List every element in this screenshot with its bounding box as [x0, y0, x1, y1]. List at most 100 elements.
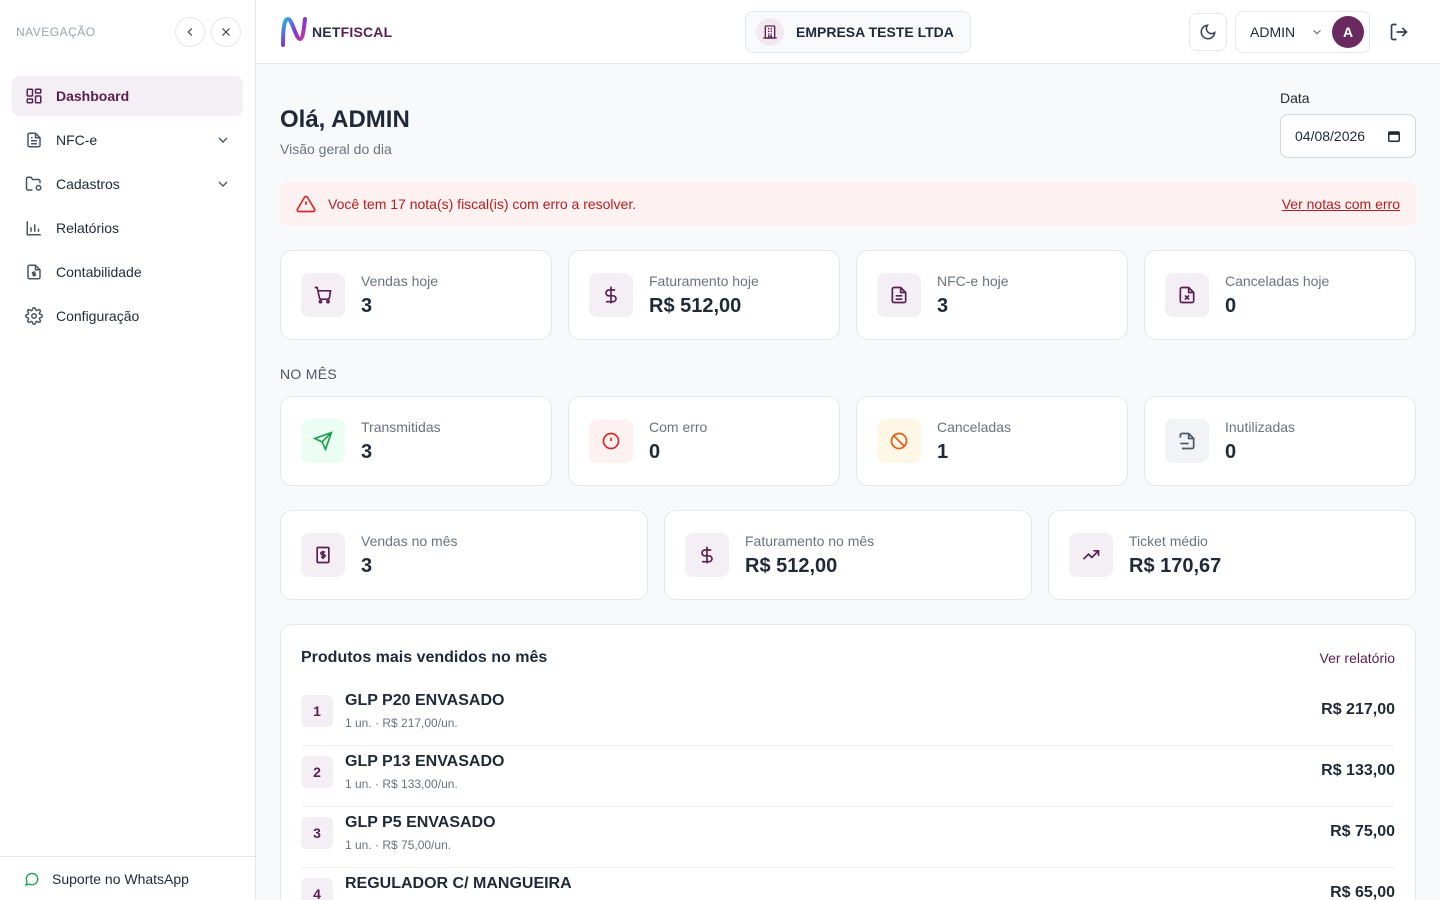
- product-rank: 2: [301, 756, 333, 788]
- stat-value: 0: [1225, 295, 1237, 317]
- stat-card-vendas-mes: Vendas no mês 3: [280, 510, 648, 600]
- dollar-icon: [589, 273, 633, 317]
- sidebar-item-label: Contabilidade: [56, 264, 142, 280]
- date-input[interactable]: 04/08/2026: [1280, 114, 1416, 158]
- sidebar-item-label: Dashboard: [56, 88, 130, 104]
- dashboard-grid-icon: [24, 86, 44, 106]
- chevron-left-icon: [187, 28, 193, 36]
- view-report-link[interactable]: Ver relatório: [1320, 650, 1395, 666]
- product-rank: 4: [301, 878, 333, 900]
- stat-label: Canceladas hoje: [1225, 273, 1330, 289]
- avatar: A: [1332, 16, 1364, 48]
- alert-circle-icon: [589, 419, 633, 463]
- product-name: GLP P5 ENVASADO: [345, 814, 496, 831]
- stat-card-faturamento-hoje: Faturamento hoje R$ 512,00: [568, 250, 840, 340]
- whatsapp-support-link[interactable]: Suporte no WhatsApp: [0, 856, 255, 900]
- stat-value: R$ 170,67: [1129, 555, 1222, 577]
- product-name: GLP P20 ENVASADO: [345, 692, 505, 709]
- stat-card-com-erro: Com erro 0: [568, 396, 840, 486]
- table-row[interactable]: 1 GLP P20 ENVASADO 1 un. · R$ 217,00/un.…: [301, 685, 1395, 746]
- user-name: ADMIN: [1250, 24, 1296, 40]
- product-meta: 1 un. · R$ 75,00/un.: [345, 838, 452, 852]
- document-icon: [877, 273, 921, 317]
- view-error-notes-link[interactable]: Ver notas com erro: [1282, 196, 1400, 212]
- month-section-label: NO MÊS: [280, 366, 338, 382]
- document-icon: [24, 130, 44, 150]
- receipt-icon: [301, 533, 345, 577]
- stat-value: 0: [649, 441, 661, 463]
- stat-label: Vendas hoje: [361, 273, 439, 289]
- stat-card-canceladas: Canceladas 1: [856, 396, 1128, 486]
- table-row[interactable]: 3 GLP P5 ENVASADO 1 un. · R$ 75,00/un. R…: [301, 807, 1395, 868]
- stat-card-vendas-hoje: Vendas hoje 3: [280, 250, 552, 340]
- stat-card-inutilizadas: Inutilizadas 0: [1144, 396, 1416, 486]
- close-icon: [222, 28, 230, 36]
- stat-label: Ticket médio: [1129, 533, 1208, 549]
- product-total: R$ 75,00: [1330, 823, 1395, 840]
- product-meta: 1 un. · R$ 217,00/un.: [345, 716, 458, 730]
- ban-icon: [877, 419, 921, 463]
- product-total: R$ 217,00: [1321, 701, 1395, 718]
- chevron-down-icon: [1310, 25, 1324, 39]
- folder-settings-icon: [24, 174, 44, 194]
- sidebar-item-configuracao[interactable]: Configuração: [12, 296, 243, 336]
- table-row[interactable]: 4 REGULADOR C/ MANGUEIRA R$ 65,00: [301, 868, 1395, 900]
- stat-label: Vendas no mês: [361, 533, 458, 549]
- stat-value: 3: [361, 295, 373, 317]
- logout-icon: [1390, 23, 1408, 41]
- stat-value: R$ 512,00: [649, 295, 742, 317]
- theme-toggle-button[interactable]: [1189, 13, 1227, 51]
- sidebar-item-label: NFC-e: [56, 132, 98, 148]
- stat-value: 3: [937, 295, 949, 317]
- stat-label: Transmitidas: [361, 419, 441, 435]
- company-selector[interactable]: EMPRESA TESTE LTDA: [745, 11, 971, 53]
- whatsapp-icon: [24, 872, 39, 886]
- sidebar-item-dashboard[interactable]: Dashboard: [12, 76, 243, 116]
- calendar-icon[interactable]: [1387, 129, 1401, 143]
- topbar: NETFISCAL EMPRESA TESTE LTDA ADMIN A: [256, 0, 1440, 64]
- stat-card-canceladas-hoje: Canceladas hoje 0: [1144, 250, 1416, 340]
- table-row[interactable]: 2 GLP P13 ENVASADO 1 un. · R$ 133,00/un.…: [301, 746, 1395, 807]
- sidebar-item-contabilidade[interactable]: Contabilidade: [12, 252, 243, 292]
- stat-card-ticket-medio: Ticket médio R$ 170,67: [1048, 510, 1416, 600]
- stat-value: 3: [361, 441, 373, 463]
- bar-chart-icon: [24, 218, 44, 238]
- sidebar-item-cadastros[interactable]: Cadastros: [12, 164, 243, 204]
- stat-value: R$ 512,00: [745, 555, 838, 577]
- sidebar: NAVEGAÇÃO Dashboard NFC-e Cadastros Rela…: [0, 0, 256, 900]
- company-name: EMPRESA TESTE LTDA: [796, 24, 954, 40]
- sidebar-title: NAVEGAÇÃO: [16, 25, 96, 39]
- top-products-panel: Produtos mais vendidos no mês Ver relató…: [280, 624, 1416, 900]
- page-subtitle: Visão geral do dia: [280, 141, 392, 157]
- user-menu-button[interactable]: ADMIN A: [1235, 11, 1370, 53]
- sidebar-item-nfce[interactable]: NFC-e: [12, 120, 243, 160]
- stat-card-nfce-hoje: NFC-e hoje 3: [856, 250, 1128, 340]
- send-icon: [301, 419, 345, 463]
- date-label: Data: [1280, 90, 1310, 106]
- trending-up-icon: [1069, 533, 1113, 577]
- error-alert: Você tem 17 nota(s) fiscal(is) com erro …: [280, 182, 1416, 226]
- sidebar-item-relatorios[interactable]: Relatórios: [12, 208, 243, 248]
- product-rank: 3: [301, 817, 333, 849]
- whatsapp-support-label: Suporte no WhatsApp: [52, 870, 189, 887]
- sidebar-nav: Dashboard NFC-e Cadastros Relatórios Con…: [0, 64, 255, 352]
- product-meta: 1 un. · R$ 133,00/un.: [345, 777, 458, 791]
- close-sidebar-button[interactable]: [211, 17, 241, 47]
- stat-label: Faturamento no mês: [745, 533, 875, 549]
- sidebar-header: NAVEGAÇÃO: [0, 0, 255, 64]
- alert-message: Você tem 17 nota(s) fiscal(is) com erro …: [328, 196, 637, 212]
- product-name: REGULADOR C/ MANGUEIRA: [345, 875, 572, 892]
- stat-label: Canceladas: [937, 419, 1011, 435]
- product-total: R$ 65,00: [1330, 884, 1395, 900]
- collapse-sidebar-button[interactable]: [175, 17, 205, 47]
- stat-label: Faturamento hoje: [649, 273, 759, 289]
- product-name: GLP P13 ENVASADO: [345, 753, 505, 770]
- moon-icon: [1200, 24, 1216, 40]
- date-value: 04/08/2026: [1295, 128, 1366, 144]
- warning-triangle-icon: [296, 194, 316, 214]
- product-total: R$ 133,00: [1321, 762, 1395, 779]
- file-x-icon: [1165, 273, 1209, 317]
- sidebar-item-label: Relatórios: [56, 220, 120, 236]
- netfiscal-logo[interactable]: NETFISCAL: [280, 15, 392, 49]
- logout-button[interactable]: [1387, 20, 1411, 44]
